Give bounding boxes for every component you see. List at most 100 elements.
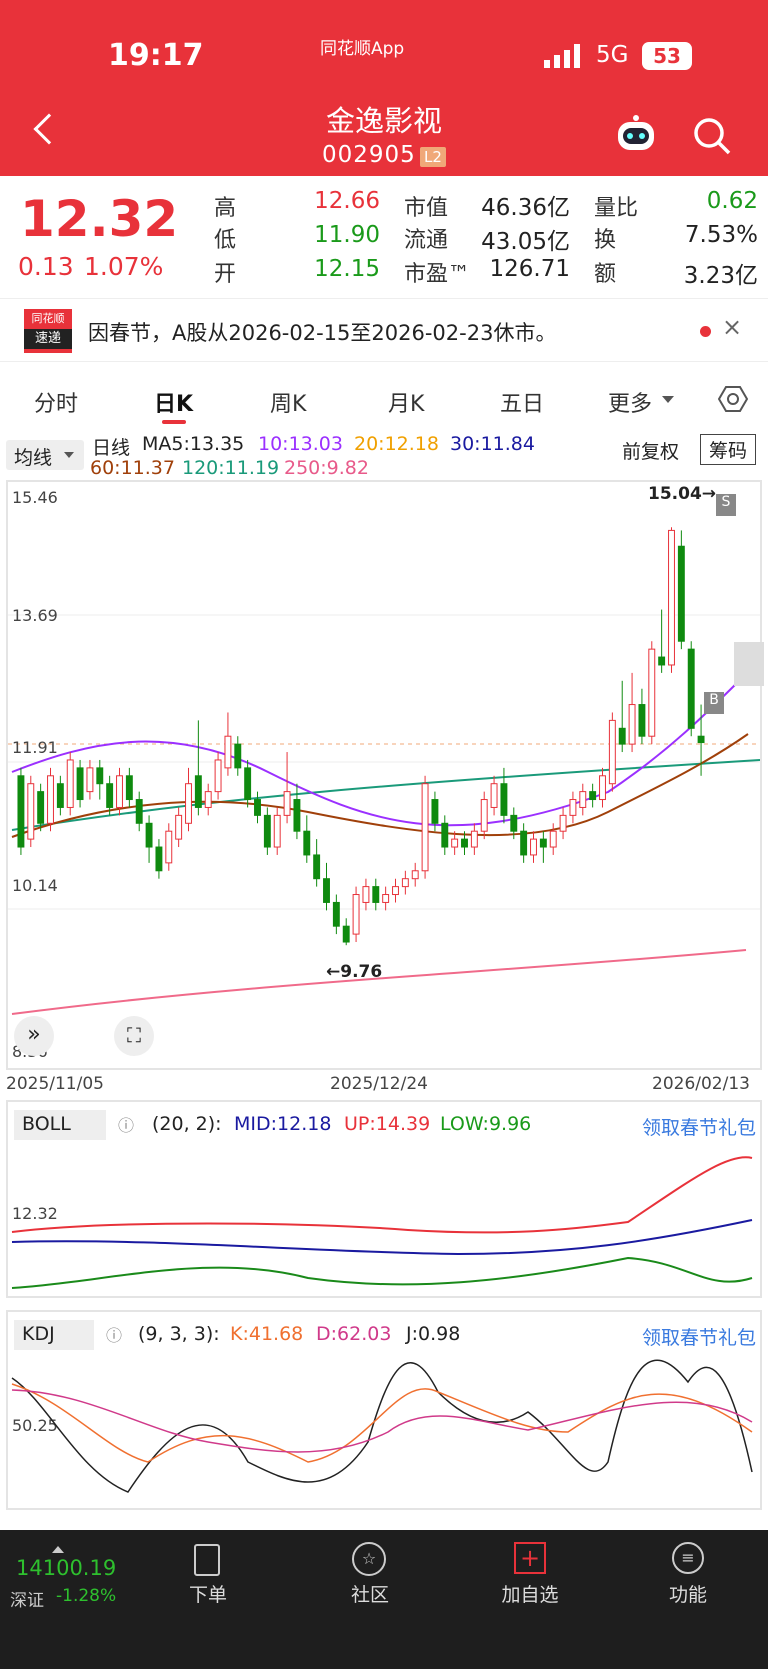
nav-order[interactable]: 下单: [168, 1580, 248, 1607]
y-axis-label: 15.46: [12, 488, 58, 507]
news-badge: 同花顺 速递: [24, 309, 72, 353]
candle-body: [579, 791, 587, 808]
fullscreen-icon[interactable]: ⛶: [114, 1016, 154, 1056]
x-axis-label: 2025/12/24: [330, 1074, 428, 1094]
robot-icon[interactable]: [614, 114, 658, 154]
candle-body: [421, 783, 429, 872]
tab-monthly[interactable]: 月K: [388, 386, 424, 418]
scroll-handle[interactable]: [734, 642, 764, 686]
period-tabs: 分时 日K 周K 月K 五日 更多: [0, 372, 768, 428]
candle-body: [687, 648, 695, 729]
candle-body: [520, 830, 528, 856]
y-axis-label: 11.91: [12, 738, 58, 757]
badge-top: 同花顺: [31, 312, 65, 325]
ma5-value: MA5:13.35: [142, 433, 245, 455]
tab-daily[interactable]: 日K: [154, 386, 193, 418]
float-label: 流通: [404, 228, 449, 253]
badge-bottom: 速递: [24, 329, 72, 349]
nav-functions[interactable]: 功能: [648, 1580, 728, 1607]
candle-body: [480, 799, 488, 832]
candle-body: [608, 719, 616, 785]
y-axis-label: 10.14: [12, 876, 58, 895]
candle-body: [116, 775, 123, 808]
ma60-value: 60:11.37: [90, 457, 175, 479]
turnover-label: 换: [594, 228, 617, 253]
candle-body: [559, 814, 567, 832]
candle-body: [451, 838, 459, 848]
candles: [17, 527, 705, 946]
candle-body: [17, 775, 25, 848]
turnover-value: 7.53%: [684, 222, 758, 248]
buy-flag[interactable]: B: [704, 692, 724, 714]
close-icon[interactable]: ×: [722, 313, 742, 341]
candle-body: [628, 704, 636, 745]
nav-community[interactable]: 社区: [330, 1580, 410, 1607]
candle-body: [539, 838, 547, 848]
kdj-panel[interactable]: KDJ ⓘ (9, 3, 3): K:41.68 D:62.03 J:0.98 …: [6, 1310, 762, 1510]
sell-flag[interactable]: S: [716, 494, 736, 516]
candle-body: [569, 799, 577, 816]
amount-value: 3.23亿: [683, 263, 758, 289]
candle-body: [165, 830, 173, 864]
high-value: 12.66: [314, 188, 380, 214]
ma20-value: 20:12.18: [354, 433, 439, 455]
ma-selector[interactable]: 均线: [6, 440, 84, 470]
candle-body: [658, 656, 666, 666]
search-icon[interactable]: [692, 116, 732, 156]
pe-value: 126.71: [489, 256, 570, 282]
candle-body: [76, 767, 84, 801]
candle-body: [401, 878, 409, 888]
candle-body: [618, 727, 626, 745]
community-icon: ☆: [352, 1542, 386, 1576]
open-value: 12.15: [314, 256, 380, 282]
candle-body: [332, 901, 340, 927]
chevron-down-icon: [662, 396, 674, 409]
mktcap-label: 市值: [404, 196, 449, 221]
index-value[interactable]: 14100.19: [16, 1556, 116, 1580]
boll-low-line: [11, 1256, 753, 1289]
candle-body: [204, 791, 212, 808]
boll-up-line: [11, 1156, 753, 1234]
candle-body: [214, 759, 222, 793]
amount-label: 额: [594, 262, 617, 287]
candle-body: [27, 783, 35, 840]
expand-icon[interactable]: »: [14, 1016, 54, 1056]
ma250-line: [11, 949, 747, 1015]
kdj-k-line: [11, 1383, 753, 1463]
candle-body: [589, 791, 597, 801]
candle-body: [185, 783, 192, 824]
candle-body: [342, 925, 350, 943]
tab-timeshare[interactable]: 分时: [34, 386, 78, 418]
kline-panel[interactable]: 15.46 13.69 11.91 10.14 8.36 15.04→ ←9.7…: [6, 480, 764, 1070]
candle-body: [283, 791, 291, 816]
settings-icon[interactable]: [718, 384, 748, 414]
candle-body: [175, 814, 183, 840]
candle-body: [303, 830, 311, 856]
tab-more[interactable]: 更多: [608, 386, 652, 418]
candle-body: [668, 529, 675, 666]
tab-fiveday[interactable]: 五日: [500, 386, 544, 418]
candle-body: [352, 894, 360, 935]
index-name: 深证: [10, 1591, 44, 1611]
candle-body: [125, 775, 133, 801]
adjust-mode[interactable]: 前复权: [622, 437, 679, 464]
notice-bar[interactable]: 同花顺 速递 因春节，A股从2026-02-15至2026-02-23休市。 ×: [0, 298, 768, 362]
price-change-pct: 1.07%: [84, 252, 164, 281]
low-value: 11.90: [314, 222, 380, 248]
candle-body: [648, 648, 656, 737]
candle-body: [263, 814, 271, 848]
boll-panel[interactable]: BOLL ⓘ (20, 2): MID:12.18 UP:14.39 LOW:9…: [6, 1100, 762, 1298]
candle-body: [431, 799, 439, 824]
candle-body: [441, 822, 449, 848]
chip-button[interactable]: 筹码: [700, 434, 757, 465]
tab-weekly[interactable]: 周K: [270, 386, 306, 418]
current-price: 12.32: [20, 190, 179, 248]
index-pct: -1.28%: [56, 1586, 117, 1606]
nav-add-watchlist[interactable]: 加自选: [490, 1580, 570, 1607]
candle-body: [392, 886, 399, 896]
x-axis-label: 2025/11/05: [6, 1074, 104, 1094]
candle-body: [382, 894, 390, 903]
candle-body: [244, 767, 252, 801]
candle-body: [500, 783, 508, 816]
candle-body: [155, 846, 163, 872]
